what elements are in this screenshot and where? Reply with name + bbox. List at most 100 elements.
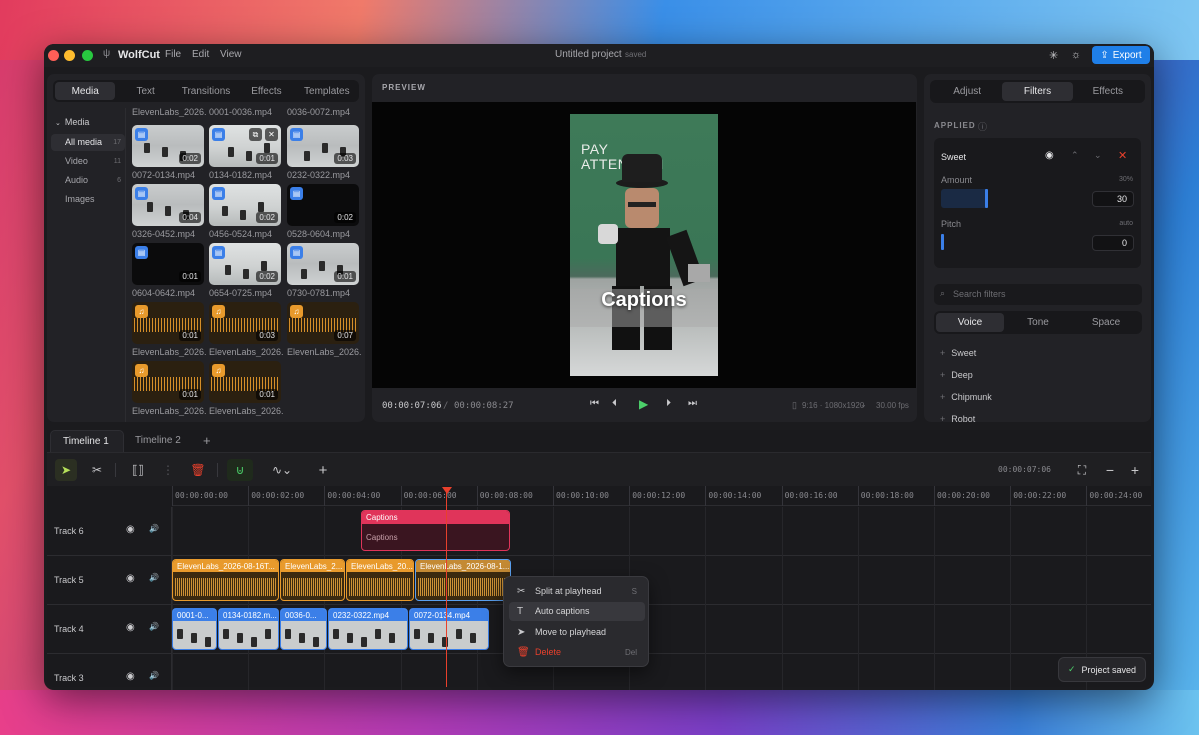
add-track-icon[interactable]: + [312,459,334,481]
pitch-input[interactable]: 0 [1092,235,1134,251]
track-mute-icon[interactable]: 🔊 [149,671,159,680]
tab-adjust[interactable]: Adjust [932,82,1002,101]
playhead-handle[interactable] [442,487,452,494]
close-window-button[interactable] [48,50,59,61]
zoom-in-icon[interactable]: + [1124,459,1146,481]
delete-icon[interactable]: 🗑 [187,459,209,481]
track-mute-icon[interactable]: 🔊 [149,524,159,533]
join-icon[interactable]: ⋮ [157,459,179,481]
sidebar-item-images[interactable]: Images [51,191,125,208]
sidebar-item-audio[interactable]: Audio 6 [51,172,125,189]
audio-clip[interactable]: ElevenLabs_2026-08-16T... [172,559,279,601]
media-thumbnail[interactable]: ▤ 0:02 [132,125,204,167]
amount-slider-handle[interactable] [985,189,988,208]
sidebar-item-video[interactable]: Video 11 [51,153,125,170]
remove-media-icon[interactable]: ✕ [265,128,278,141]
media-thumbnail[interactable]: ▤ 0:01 [132,243,204,285]
media-thumbnail[interactable]: ▤ 0:02 [287,184,359,226]
menu-item-delete[interactable]: 🗑 Delete Del [509,643,645,662]
tab-text[interactable]: Text [115,82,175,100]
media-thumbnail[interactable]: ▤ 0:02 [209,184,281,226]
maximize-window-button[interactable] [82,50,93,61]
add-timeline-button[interactable]: + [191,430,223,452]
video-clip[interactable]: 0001-0... [172,608,217,650]
tab-transitions[interactable]: Transitions [176,82,236,100]
menu-view[interactable]: View [220,49,242,60]
video-clip[interactable]: 0232-0322.mp4 [328,608,408,650]
amount-input[interactable]: 30 [1092,191,1134,207]
audio-clip[interactable]: ElevenLabs_20... [346,559,414,601]
menu-file[interactable]: File [165,49,181,60]
theme-toggle-icon[interactable]: ✳ [1049,49,1058,62]
minimize-window-button[interactable] [64,50,75,61]
search-filters-field[interactable]: ⌕ Search filters [934,284,1142,305]
tab-media[interactable]: Media [55,82,116,100]
tab-tone[interactable]: Tone [1004,313,1072,332]
export-button[interactable]: ⇪ Export [1092,46,1150,64]
cut-tool-icon[interactable]: ✂ [86,459,108,481]
filter-item-sweet[interactable]: + Sweet [940,348,976,358]
sidebar-group-media[interactable]: ⌄ Media [55,117,89,127]
menu-item-move-to-playhead[interactable]: ➤ Move to playhead [509,623,645,642]
duplicate-media-icon[interactable]: ⧉ [249,128,262,141]
audio-clip[interactable]: ElevenLabs_2026-08-1... [415,559,511,601]
track-visibility-icon[interactable]: ◉ [126,671,135,682]
audio-clip[interactable]: ElevenLabs_2... [280,559,345,601]
remove-filter-icon[interactable]: ✕ [1118,149,1127,162]
skip-to-end-icon[interactable]: ⏭ [688,398,697,409]
step-forward-icon[interactable]: ⏵ [666,398,671,409]
media-thumbnail[interactable]: ♫ 0:01 [132,361,204,403]
move-down-icon[interactable]: ⌄ [1094,150,1102,161]
skip-to-start-icon[interactable]: ⏮ [590,398,599,409]
media-thumbnail[interactable]: ♫ 0:01 [132,302,204,344]
menu-item-auto-captions[interactable]: T Auto captions [509,602,645,621]
select-tool-icon[interactable]: ➤ [55,459,77,481]
media-thumbnail[interactable]: ▤ 0:02 [209,243,281,285]
track-mute-icon[interactable]: 🔊 [149,573,159,582]
playhead-line[interactable] [446,487,447,687]
track-mute-icon[interactable]: 🔊 [149,622,159,631]
zoom-out-icon[interactable]: − [1099,459,1121,481]
filter-item-deep[interactable]: + Deep [940,370,973,380]
track-visibility-icon[interactable]: ◉ [126,622,135,633]
caption-overlay[interactable]: Captions [570,289,718,312]
media-thumbnail[interactable]: ♫ 0:03 [209,302,281,344]
track-visibility-icon[interactable]: ◉ [126,573,135,584]
filter-item-robot[interactable]: + Robot [940,414,975,422]
video-clip[interactable]: 0036-0... [280,608,327,650]
info-icon[interactable]: ⓘ [978,120,987,133]
video-clip[interactable]: 0134-0182.m... [218,608,279,650]
fullscreen-icon[interactable]: ⛶ [1071,459,1093,481]
tab-filters[interactable]: Filters [1002,82,1073,101]
tab-voice[interactable]: Voice [936,313,1004,332]
video-clip[interactable]: 0072-0134.mp4 [409,608,489,650]
tab-effects[interactable]: Effects [1073,82,1143,101]
caption-clip[interactable]: Captions Captions [361,510,510,551]
eye-icon[interactable]: ◉ [1045,150,1054,161]
magnet-snap-icon[interactable]: ⊍ [227,459,253,481]
tab-templates[interactable]: Templates [297,82,357,100]
pitch-slider-handle[interactable] [941,234,944,250]
step-back-icon[interactable]: ⏴ [612,398,617,409]
menu-item-split-at-playhead[interactable]: ✂ Split at playhead S [509,582,645,601]
amount-slider[interactable] [941,189,988,208]
aspect-selector[interactable]: 9:16 · 1080x1920 [802,401,864,410]
track-visibility-icon[interactable]: ◉ [126,524,135,535]
media-thumbnail[interactable]: ▤ 0:03 [287,125,359,167]
tab-space[interactable]: Space [1072,313,1140,332]
tab-timeline-1[interactable]: Timeline 1 [50,430,124,452]
play-icon[interactable]: ▶ [639,397,648,411]
move-up-icon[interactable]: ⌃ [1071,150,1079,161]
media-thumbnail[interactable]: ▤ 0:04 [132,184,204,226]
settings-icon[interactable]: ☼ [1071,49,1081,61]
media-thumbnail[interactable]: ▤ 0:01 [287,243,359,285]
waveform-menu-icon[interactable]: ∿⌄ [265,459,299,481]
split-icon[interactable]: ⟦⟧ [127,459,149,481]
sidebar-item-all-media[interactable]: All media 17 [51,134,125,151]
video-frame[interactable]: PAYATTENTION Captions [570,114,718,376]
media-thumbnail[interactable]: ▤ ⧉ ✕ 0:01 [209,125,281,167]
filter-item-chipmunk[interactable]: + Chipmunk [940,392,992,402]
media-thumbnail[interactable]: ♫ 0:07 [287,302,359,344]
media-thumbnail[interactable]: ♫ 0:01 [209,361,281,403]
tab-effects[interactable]: Effects [236,82,296,100]
